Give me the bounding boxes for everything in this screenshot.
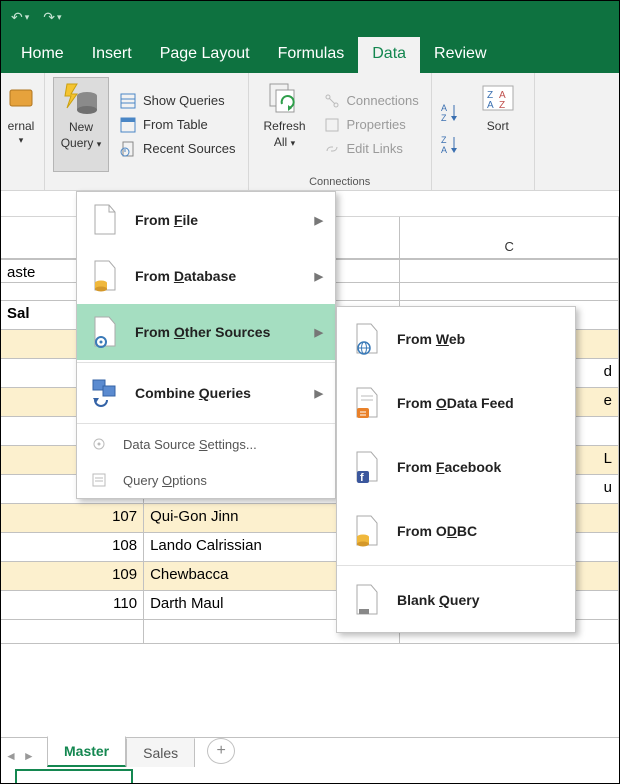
tab-insert[interactable]: Insert [78,37,146,73]
from-other-sources-submenu: From Web From OData Feed f From Facebook… [336,306,576,633]
connections-icon [323,92,341,110]
menu-query-options[interactable]: Query Options [77,462,335,498]
col-header-c[interactable]: C [400,217,619,258]
chevron-right-icon: ▶ [315,326,323,339]
svg-text:Z: Z [499,100,505,111]
tab-review[interactable]: Review [420,37,500,73]
file-globe-icon [351,323,383,355]
undo-button[interactable]: ↶▾ [11,9,29,26]
tab-home[interactable]: Home [7,37,78,73]
recent-sources-button[interactable]: Recent Sources [115,138,240,160]
sort-dialog-icon: ZAAZ [480,81,516,117]
tab-page-layout[interactable]: Page Layout [146,37,264,73]
get-external-data-button[interactable]: ernal ▾ [1,77,41,172]
file-odata-icon [351,387,383,419]
next-sheet-button[interactable]: ► [23,749,35,763]
menu-from-database[interactable]: From Database ▶ [77,248,335,304]
settings-icon [89,434,109,454]
links-icon [323,140,341,158]
ext-label: ernal [8,119,35,133]
tab-data[interactable]: Data [358,37,420,73]
menu-from-file[interactable]: From File ▶ [77,192,335,248]
prev-sheet-button[interactable]: ◄ [5,749,17,763]
svg-text:A: A [441,145,447,154]
external-data-icon [3,81,39,117]
redo-button[interactable]: ↷▾ [43,9,61,26]
sheet-tab-sales[interactable]: Sales [126,738,195,767]
connections-button[interactable]: Connections [319,90,423,112]
active-cell-outline [15,769,133,783]
properties-button[interactable]: Properties [319,114,423,136]
menu-combine-queries[interactable]: Combine Queries ▶ [77,365,335,421]
chevron-right-icon: ▶ [315,214,323,227]
ribbon: ernal ▾ New Query ▾ Show Queries [1,73,619,191]
ribbon-tabs: Home Insert Page Layout Formulas Data Re… [1,33,619,73]
svg-text:Z: Z [441,113,447,122]
from-table-button[interactable]: From Table [115,114,240,136]
sheet-tab-master[interactable]: Master [47,736,126,767]
sort-asc-icon[interactable]: AZ [440,100,464,124]
file-odbc-icon [351,515,383,547]
recent-icon [119,140,137,158]
table-icon [119,116,137,134]
titlebar: ↶▾ ↷▾ [1,1,619,33]
edit-links-button[interactable]: Edit Links [319,138,423,160]
sort-button[interactable]: ZAAZ Sort [470,77,526,172]
menu-from-other-sources[interactable]: From Other Sources ▶ [77,304,335,360]
connections-group-label: Connections [249,176,431,188]
options-icon [89,470,109,490]
new-query-button[interactable]: New Query ▾ [53,77,109,172]
svg-text:A: A [441,103,447,113]
add-sheet-button[interactable]: + [207,738,235,764]
chevron-right-icon: ▶ [315,270,323,283]
menu-data-source-settings[interactable]: Data Source Settings... [77,426,335,462]
menu-from-facebook[interactable]: f From Facebook [337,435,575,499]
sort-desc-icon[interactable]: ZA [440,132,464,156]
sheet-tab-bar: ◄ ► Master Sales + [1,737,619,767]
new-query-menu: From File ▶ From Database ▶ From Other S… [76,191,336,499]
queries-pane-icon [119,92,137,110]
file-facebook-icon: f [351,451,383,483]
svg-text:Z: Z [441,135,447,145]
file-database-icon [89,260,121,292]
menu-from-odbc[interactable]: From ODBC [337,499,575,563]
show-queries-button[interactable]: Show Queries [115,90,240,112]
svg-text:f: f [360,472,364,484]
svg-text:A: A [487,100,494,111]
combine-icon [89,377,121,409]
tab-formulas[interactable]: Formulas [264,37,359,73]
refresh-all-button[interactable]: Refresh All ▾ [257,77,313,172]
menu-blank-query[interactable]: Blank Query [337,568,575,632]
refresh-icon [267,81,303,117]
file-blank-icon [351,584,383,616]
menu-from-web[interactable]: From Web [337,307,575,371]
file-icon [89,204,121,236]
menu-from-odata[interactable]: From OData Feed [337,371,575,435]
properties-icon [323,116,341,134]
database-lightning-icon [63,82,99,118]
chevron-right-icon: ▶ [315,387,323,400]
file-gear-icon [89,316,121,348]
